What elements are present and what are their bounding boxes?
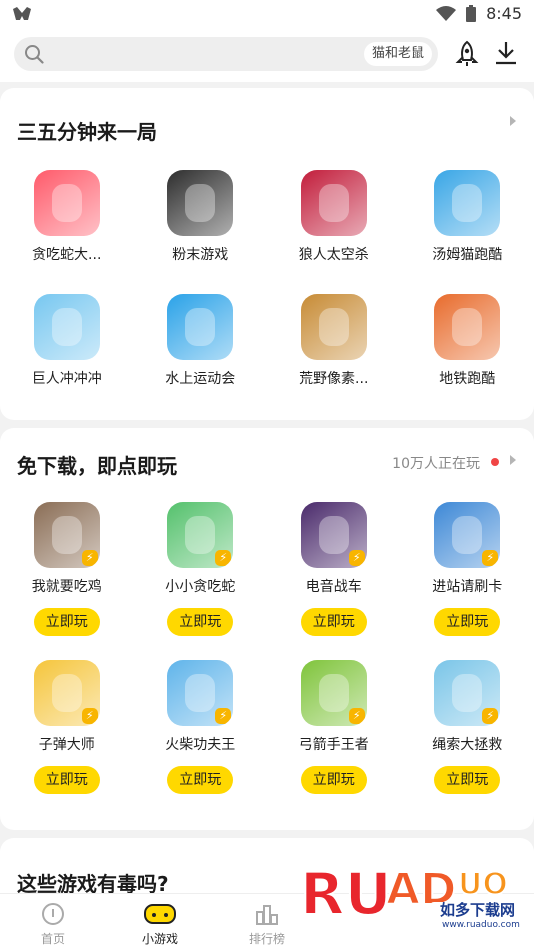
train-icon[interactable]: ⚡ [434,502,501,568]
game-item[interactable]: 汤姆猫跑酷 [401,170,534,264]
play-now-button[interactable]: 立即玩 [33,766,100,794]
play-now-button[interactable]: 立即玩 [434,608,501,636]
lightning-icon: ⚡ [81,708,98,724]
game-name: 荒野像素... [299,371,369,387]
rocket-icon[interactable] [454,40,480,68]
section-title: 免下载，即点即玩 [17,454,177,478]
gun-game-icon[interactable]: ⚡ [33,502,100,568]
game-name: 绳索大拯救 [432,737,503,753]
game-item[interactable]: 地铁跑酷 [401,294,534,388]
game-item[interactable]: ⚡ 弓箭手王者立即玩 [267,660,401,794]
lightning-icon: ⚡ [81,550,98,566]
giant-rush-icon[interactable] [33,294,100,360]
archer-icon[interactable]: ⚡ [300,660,367,726]
game-item[interactable]: ⚡ 绳索大拯救立即玩 [401,660,534,794]
pixel-shooter-icon[interactable] [300,294,367,360]
instant-play-section: 免下载，即点即玩 10万人正在玩 ⚡ 我就要吃鸡立即玩 ⚡ 小小贪吃蛇立即玩 ⚡ 电音战车… [0,428,534,830]
top-bar: 猫和老鼠 [0,30,534,82]
instant-games-grid: ⚡ 我就要吃鸡立即玩 ⚡ 小小贪吃蛇立即玩 ⚡ 电音战车立即玩 ⚡ 进站请刷卡立即玩 ⚡ 子弹大师… [0,502,534,794]
game-item[interactable]: ⚡ 进站请刷卡立即玩 [401,502,534,636]
watermark-url: www.ruaduo.com [442,920,520,930]
live-dot [491,458,499,466]
game-name: 我就要吃鸡 [31,579,102,595]
game-item[interactable]: ⚡ 子弹大师立即玩 [0,660,134,794]
little-snake-icon[interactable]: ⚡ [167,502,234,568]
among-us-icon[interactable] [300,170,367,236]
chevron-right-icon[interactable] [510,455,516,465]
play-now-button[interactable]: 立即玩 [33,608,100,636]
svg-text:RU: RU [300,860,392,928]
stickman-kungfu-icon[interactable]: ⚡ [167,660,234,726]
lightning-icon: ⚡ [482,550,499,566]
play-now-button[interactable]: 立即玩 [167,608,234,636]
download-icon[interactable] [494,40,518,66]
snake-game-icon[interactable] [33,170,100,236]
water-race-icon[interactable] [167,294,234,360]
game-name: 子弹大师 [38,737,95,753]
game-item[interactable]: 巨人冲冲冲 [0,294,134,388]
game-name: 粉末游戏 [172,247,229,263]
game-item[interactable]: ⚡ 小小贪吃蛇立即玩 [134,502,268,636]
tab-home[interactable]: 首页 [3,894,103,949]
lightning-icon: ⚡ [482,708,499,724]
game-name: 小小贪吃蛇 [165,579,236,595]
game-item[interactable]: 荒野像素... [267,294,401,388]
chevron-right-icon[interactable] [510,116,516,126]
bullet-master-icon[interactable]: ⚡ [33,660,100,726]
lightning-icon: ⚡ [348,708,365,724]
game-item[interactable]: ⚡ 电音战车立即玩 [267,502,401,636]
watermark-text: 如多下载网 [440,901,516,919]
clock: 8:45 [486,4,522,23]
game-name: 电音战车 [305,579,362,595]
search-input[interactable]: 猫和老鼠 [14,37,438,71]
tab-mini-games[interactable]: 小游戏 [110,894,210,949]
game-name: 巨人冲冲冲 [31,371,102,387]
status-bar: 8:45 [0,0,534,30]
game-item[interactable]: 粉末游戏 [134,170,268,264]
play-now-button[interactable]: 立即玩 [434,766,501,794]
rope-rescue-icon[interactable]: ⚡ [434,660,501,726]
game-name: 狼人太空杀 [298,247,369,263]
quick-games-section: 三五分钟来一局 贪吃蛇大... 粉末游戏 狼人太空杀 汤姆猫跑酷巨人冲冲冲 水上运动会 荒… [0,88,534,420]
game-item[interactable]: 贪吃蛇大... [0,170,134,264]
game-name: 弓箭手王者 [298,737,369,753]
game-name: 汤姆猫跑酷 [432,247,503,263]
game-name: 火柴功夫王 [165,737,236,753]
tom-cat-icon[interactable] [434,170,501,236]
game-name: 地铁跑酷 [439,371,496,387]
subway-surfer-icon[interactable] [434,294,501,360]
play-now-button[interactable]: 立即玩 [300,608,367,636]
svg-text:UO: UO [458,867,508,902]
wifi-icon [436,5,457,21]
search-icon [25,45,44,64]
game-item[interactable]: 水上运动会 [134,294,268,388]
battery-icon [466,5,477,22]
ranking-icon [256,905,278,925]
play-now-button[interactable]: 立即玩 [167,766,234,794]
search-hint[interactable]: 猫和老鼠 [363,42,432,66]
game-item[interactable]: 狼人太空杀 [267,170,401,264]
section-title: 三五分钟来一局 [17,120,157,144]
online-count: 10万人正在玩 [392,456,480,472]
game-item[interactable]: ⚡ 我就要吃鸡立即玩 [0,502,134,636]
app-logo-icon [13,7,31,20]
quick-games-grid: 贪吃蛇大... 粉末游戏 狼人太空杀 汤姆猫跑酷巨人冲冲冲 水上运动会 荒野像素... 地铁… [0,170,534,388]
lightning-icon: ⚡ [215,550,232,566]
gamepad-icon [144,904,176,924]
game-name: 贪吃蛇大... [32,247,102,263]
lightning-icon: ⚡ [215,708,232,724]
music-car-icon[interactable]: ⚡ [300,502,367,568]
game-name: 进站请刷卡 [432,579,503,595]
game-item[interactable]: ⚡ 火柴功夫王立即玩 [134,660,268,794]
home-icon [42,903,64,925]
play-now-button[interactable]: 立即玩 [300,766,367,794]
game-name: 水上运动会 [165,371,236,387]
lightning-icon: ⚡ [348,550,365,566]
powder-game-icon[interactable] [167,170,234,236]
